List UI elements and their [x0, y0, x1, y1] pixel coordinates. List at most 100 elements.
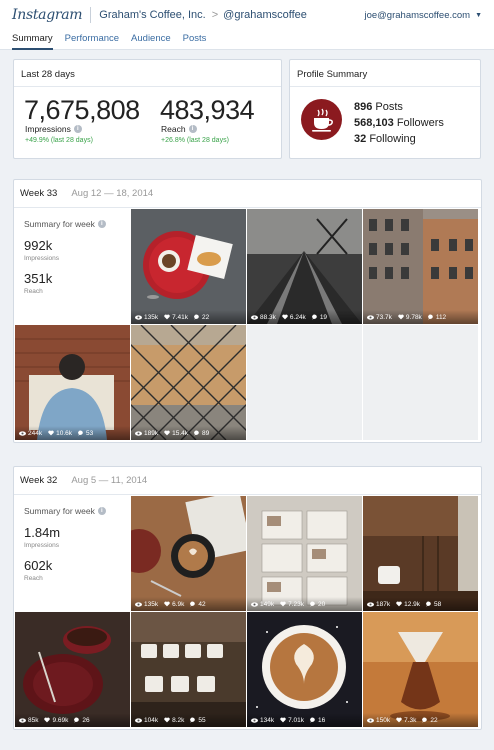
- comments-stat: 53: [78, 430, 93, 437]
- post-thumbnail[interactable]: 88.3k 6.24k 19: [247, 209, 362, 324]
- post-photo-red-tray-coffee: [131, 209, 246, 324]
- comments-count: 42: [198, 600, 206, 608]
- views-stat: 150k: [367, 717, 390, 724]
- eye-icon: [135, 430, 142, 436]
- post-thumbnail[interactable]: 149k 7.23k 20: [247, 496, 362, 611]
- tab-posts[interactable]: Posts: [183, 30, 207, 50]
- tab-summary[interactable]: Summary: [12, 30, 53, 50]
- likes-count: 9.69k: [52, 716, 69, 724]
- post-thumbnail[interactable]: 189k 15.4k 89: [131, 325, 246, 440]
- week-impressions: 992k: [24, 238, 53, 253]
- empty-slot: [247, 325, 362, 440]
- heart-icon: [164, 430, 170, 436]
- comments-stat: 19: [311, 314, 327, 321]
- comments-stat: 22: [194, 314, 209, 321]
- heart-icon: [164, 314, 170, 320]
- post-stats: 189k 15.4k 89: [131, 426, 246, 440]
- following-count: 32: [354, 133, 367, 145]
- views-stat: 73.7k: [367, 314, 392, 321]
- likes-stat: 7.3k: [396, 717, 416, 724]
- week-reach: 351k: [24, 271, 53, 286]
- post-thumbnail[interactable]: 73.7k 9.78k 112: [363, 209, 478, 324]
- comments-stat: 20: [310, 601, 325, 608]
- instagram-logo[interactable]: Instagram: [12, 7, 83, 23]
- post-photo-espresso-cups: [131, 612, 246, 727]
- likes-stat: 15.4k: [164, 430, 188, 437]
- top-bar: Instagram Graham's Coffee, Inc. > @graha…: [0, 0, 494, 30]
- likes-count: 7.41k: [172, 313, 189, 321]
- heart-icon: [280, 717, 286, 723]
- post-thumbnail[interactable]: 104k 8.2k 55: [131, 612, 246, 727]
- overview-title: Last 28 days: [14, 60, 281, 87]
- account-handle[interactable]: @grahamscoffee: [223, 9, 307, 21]
- posts-stat: 896 Posts: [354, 101, 403, 113]
- post-stats: 149k 7.23k 20: [247, 597, 362, 611]
- post-photo-man-at-wall: [15, 325, 130, 440]
- posts-count: 896: [354, 101, 373, 113]
- avatar[interactable]: [301, 99, 342, 140]
- heart-icon: [398, 314, 404, 320]
- eye-icon: [135, 314, 142, 320]
- comments-count: 22: [430, 716, 438, 724]
- post-photo-pour-over: [363, 612, 478, 727]
- account-name[interactable]: Graham's Coffee, Inc.: [99, 9, 205, 21]
- post-photo-train-tracks: [247, 209, 362, 324]
- week-dates: Aug 5 — 11, 2014: [71, 475, 148, 486]
- views-count: 244k: [28, 429, 43, 437]
- week-header: Week 32 Aug 5 — 11, 2014: [14, 467, 481, 495]
- followers-label: Followers: [396, 117, 444, 129]
- comment-icon: [78, 430, 83, 436]
- likes-count: 10.6k: [56, 429, 73, 437]
- post-stats: 150k 7.3k 22: [363, 713, 478, 727]
- eye-icon: [135, 601, 142, 607]
- post-stats: 134k 7.01k 16: [247, 713, 362, 727]
- week-impressions-label: Impressions: [24, 255, 60, 262]
- post-photo-brick-buildings: [363, 209, 478, 324]
- info-icon[interactable]: i: [73, 125, 82, 133]
- comment-icon: [427, 314, 433, 320]
- week-impressions: 1.84m: [24, 525, 61, 540]
- user-email-menu[interactable]: joe@grahamscoffee.com: [364, 10, 470, 21]
- comment-icon: [426, 601, 431, 607]
- chevron-down-icon[interactable]: ▼: [475, 12, 482, 19]
- comments-count: 112: [435, 313, 447, 321]
- post-thumbnail[interactable]: 244k 10.6k 53: [15, 325, 130, 440]
- week-header: Week 33 Aug 12 — 18, 2014: [14, 180, 481, 208]
- tab-performance[interactable]: Performance: [65, 30, 119, 50]
- post-thumbnail[interactable]: 135k 7.41k 22: [131, 209, 246, 324]
- heart-icon: [282, 314, 288, 320]
- impressions-change: +49.9% (last 28 days): [25, 137, 93, 144]
- info-icon[interactable]: i: [188, 125, 197, 133]
- week-summary-title: Summary for week: [24, 219, 95, 229]
- info-icon[interactable]: i: [97, 220, 106, 228]
- tab-audience[interactable]: Audience: [131, 30, 171, 50]
- comments-count: 22: [202, 313, 210, 321]
- post-thumbnail[interactable]: 134k 7.01k 16: [247, 612, 362, 727]
- views-stat: 149k: [251, 601, 274, 608]
- comment-icon: [311, 314, 317, 320]
- comments-count: 89: [202, 429, 210, 437]
- likes-count: 9.78k: [405, 313, 422, 321]
- post-thumbnail[interactable]: 150k 7.3k 22: [363, 612, 478, 727]
- views-stat: 189k: [135, 430, 158, 437]
- post-thumbnail[interactable]: 85k 9.69k 26: [15, 612, 130, 727]
- posts-label: Posts: [375, 101, 403, 113]
- likes-count: 7.3k: [404, 716, 417, 724]
- post-photo-latte-art: [247, 612, 362, 727]
- heart-icon: [396, 601, 402, 607]
- comments-count: 58: [434, 600, 442, 608]
- post-thumbnail[interactable]: 135k 6.9k 42: [131, 496, 246, 611]
- week-summary: Summary for week i 992k Impressions 351k …: [15, 209, 130, 324]
- followers-stat: 568,103 Followers: [354, 117, 444, 129]
- week-summary-title: Summary for week: [24, 506, 95, 516]
- week-label: Week 33: [20, 188, 58, 199]
- followers-count: 568,103: [354, 117, 394, 129]
- views-stat: 135k: [135, 314, 158, 321]
- info-icon[interactable]: i: [97, 507, 106, 515]
- comment-icon: [310, 717, 315, 723]
- likes-stat: 6.24k: [282, 314, 306, 321]
- post-thumbnail[interactable]: 187k 12.9k 58: [363, 496, 478, 611]
- comment-icon: [190, 717, 196, 723]
- post-stats: 104k 8.2k 55: [131, 713, 246, 727]
- views-count: 88.3k: [260, 313, 276, 321]
